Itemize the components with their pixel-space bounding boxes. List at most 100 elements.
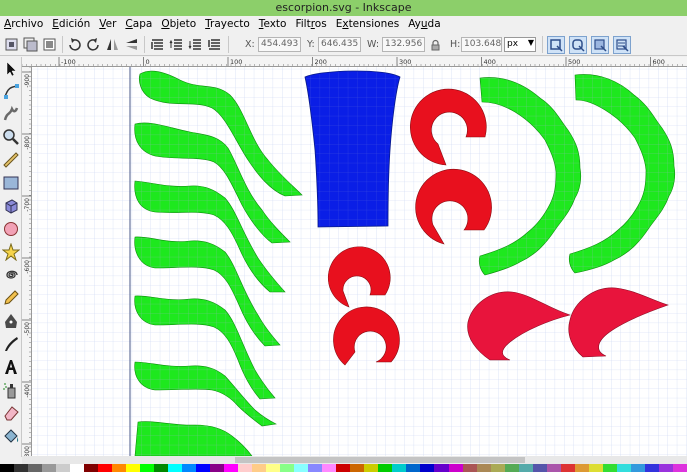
palette-swatch[interactable] <box>308 464 323 472</box>
select-all-icon[interactable] <box>3 36 20 53</box>
menu-item[interactable]: Texto <box>255 16 292 33</box>
palette-swatch[interactable] <box>182 464 197 472</box>
lower-icon[interactable] <box>187 36 204 53</box>
palette-swatch[interactable] <box>140 464 155 472</box>
palette-swatch[interactable] <box>56 464 71 472</box>
palette-swatch[interactable] <box>392 464 407 472</box>
selector-icon[interactable] <box>2 60 20 78</box>
palette-swatch[interactable] <box>294 464 309 472</box>
pen-icon[interactable] <box>2 312 20 330</box>
palette-swatch[interactable] <box>532 464 547 472</box>
pencil-icon[interactable] <box>2 289 20 307</box>
palette-swatch[interactable] <box>238 464 253 472</box>
spray-icon[interactable] <box>2 381 20 399</box>
palette-swatch[interactable] <box>266 464 281 472</box>
node-icon[interactable] <box>2 83 20 101</box>
deselect-icon[interactable] <box>41 36 58 53</box>
palette-swatch[interactable] <box>644 464 659 472</box>
palette-swatch[interactable] <box>490 464 505 472</box>
palette-swatch[interactable] <box>84 464 99 472</box>
paint-bucket-icon[interactable] <box>2 427 20 445</box>
palette-swatch[interactable] <box>504 464 519 472</box>
unit-select[interactable]: px ▼ <box>504 37 536 52</box>
3dbox-icon[interactable] <box>2 197 20 215</box>
scale-corners-icon[interactable] <box>569 36 587 54</box>
palette-swatch[interactable] <box>560 464 575 472</box>
calligraphy-icon[interactable] <box>2 335 20 353</box>
star-icon[interactable] <box>1 242 21 262</box>
rect-icon[interactable] <box>2 174 20 192</box>
palette-swatch[interactable] <box>14 464 29 472</box>
lower-to-bottom-icon[interactable] <box>206 36 223 53</box>
move-patterns-icon[interactable] <box>613 36 631 54</box>
menu-item[interactable]: Archivo <box>0 16 48 33</box>
palette-swatch[interactable] <box>70 464 85 472</box>
rotate-cw-icon[interactable] <box>85 36 102 53</box>
eraser-icon[interactable] <box>2 404 20 422</box>
horizontal-scrollbar[interactable] <box>22 456 687 464</box>
y-input[interactable]: 646.435 <box>318 37 361 52</box>
palette-swatch[interactable] <box>406 464 421 472</box>
palette-swatch[interactable] <box>588 464 603 472</box>
palette-swatch[interactable] <box>280 464 295 472</box>
palette-swatch[interactable] <box>448 464 463 472</box>
menu-item[interactable]: Ver <box>95 16 121 33</box>
menu-item[interactable]: Extensiones <box>332 16 405 33</box>
palette-swatch[interactable] <box>574 464 589 472</box>
flip-horizontal-icon[interactable] <box>104 36 121 53</box>
menu-item[interactable]: Ayuda <box>404 16 445 33</box>
w-input[interactable]: 132.956 <box>382 37 425 52</box>
palette-swatch[interactable] <box>518 464 533 472</box>
palette-swatch[interactable] <box>546 464 561 472</box>
palette-swatch[interactable] <box>322 464 337 472</box>
palette-swatch[interactable] <box>168 464 183 472</box>
lock-icon[interactable] <box>428 37 441 52</box>
palette-swatch[interactable] <box>0 464 15 472</box>
palette-swatch[interactable] <box>112 464 127 472</box>
menu-item[interactable]: Trayecto <box>201 16 255 33</box>
blue-body-shape[interactable] <box>304 70 401 228</box>
raise-icon[interactable] <box>168 36 185 53</box>
palette-swatch[interactable] <box>672 464 687 472</box>
palette-swatch[interactable] <box>462 464 477 472</box>
menu-item[interactable]: Filtros <box>291 16 331 33</box>
ellipse-icon[interactable] <box>2 220 20 238</box>
rotate-ccw-icon[interactable] <box>66 36 83 53</box>
palette-swatch[interactable] <box>364 464 379 472</box>
move-gradients-icon[interactable] <box>591 36 609 54</box>
tweak-icon[interactable] <box>2 105 20 123</box>
flip-vertical-icon[interactable] <box>123 36 140 53</box>
palette-swatch[interactable] <box>434 464 449 472</box>
scale-stroke-icon[interactable] <box>547 36 565 54</box>
select-all-layers-icon[interactable] <box>22 36 39 53</box>
text-icon[interactable] <box>2 358 20 376</box>
drawing-canvas[interactable] <box>32 67 687 456</box>
zoom-icon[interactable] <box>2 128 20 146</box>
color-palette[interactable] <box>0 464 687 472</box>
palette-swatch[interactable] <box>378 464 393 472</box>
palette-swatch[interactable] <box>616 464 631 472</box>
palette-swatch[interactable] <box>196 464 211 472</box>
menu-item[interactable]: Objeto <box>157 16 201 33</box>
measure-icon[interactable] <box>2 151 20 169</box>
palette-swatch[interactable] <box>658 464 673 472</box>
palette-swatch[interactable] <box>630 464 645 472</box>
palette-swatch[interactable] <box>336 464 351 472</box>
scrollbar-thumb[interactable] <box>235 457 525 463</box>
palette-swatch[interactable] <box>154 464 169 472</box>
spiral-icon[interactable] <box>2 266 20 284</box>
palette-swatch[interactable] <box>224 464 239 472</box>
palette-swatch[interactable] <box>350 464 365 472</box>
menu-item[interactable]: Edición <box>48 16 95 33</box>
palette-swatch[interactable] <box>252 464 267 472</box>
palette-swatch[interactable] <box>98 464 113 472</box>
menu-item[interactable]: Capa <box>121 16 157 33</box>
palette-swatch[interactable] <box>126 464 141 472</box>
raise-to-top-icon[interactable] <box>149 36 166 53</box>
h-input[interactable]: 103.648 <box>461 37 502 52</box>
palette-swatch[interactable] <box>42 464 57 472</box>
palette-swatch[interactable] <box>602 464 617 472</box>
palette-swatch[interactable] <box>210 464 225 472</box>
palette-swatch[interactable] <box>28 464 43 472</box>
palette-swatch[interactable] <box>420 464 435 472</box>
